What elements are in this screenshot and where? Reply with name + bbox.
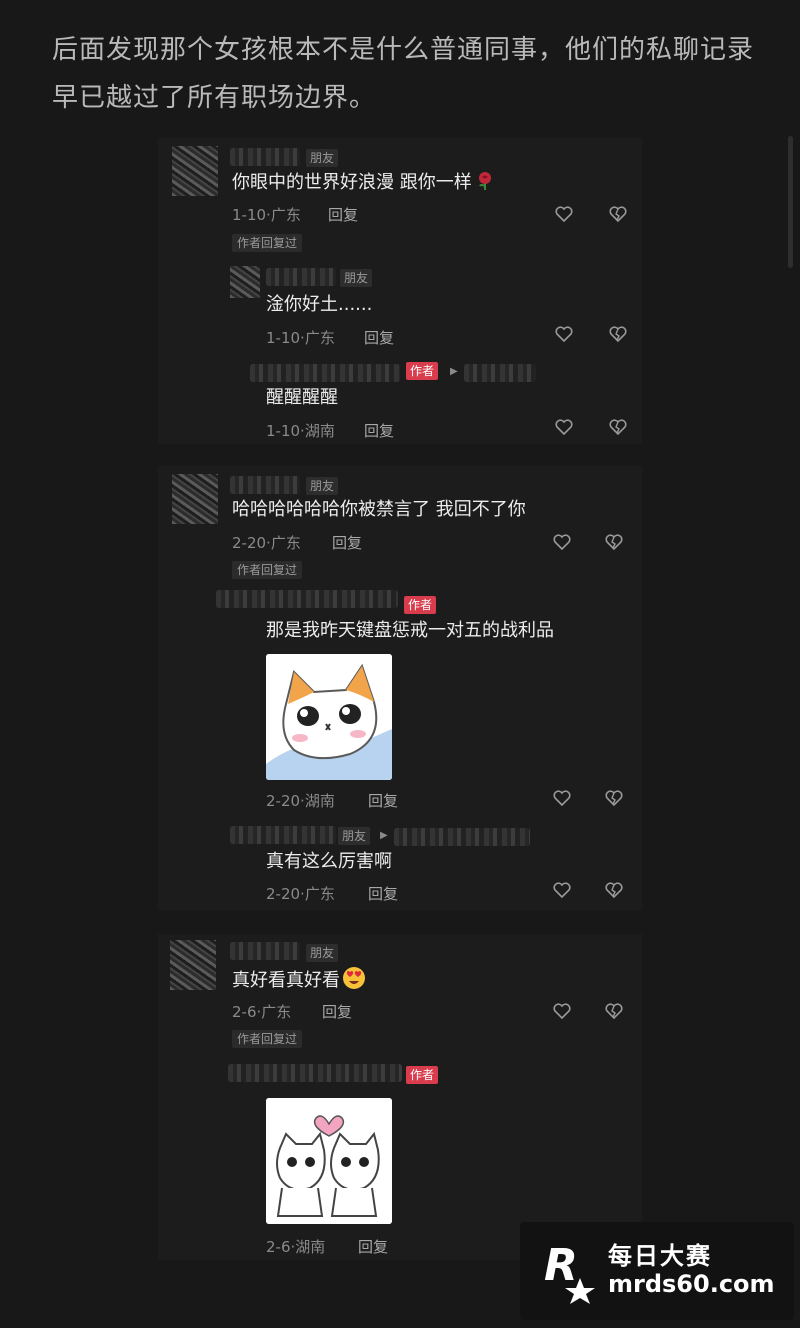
dislike-heart-icon[interactable] (604, 1001, 624, 1021)
reply-arrow-icon: ▶ (450, 366, 458, 377)
username-blurred[interactable] (230, 476, 300, 494)
comment-text: 真好看真好看 (232, 966, 366, 994)
comment-date: 1-10 (232, 206, 267, 224)
reply-location: 湖南 (304, 422, 335, 440)
reply-button[interactable]: 回复 (364, 327, 394, 348)
comment-text-content: 你眼中的世界好浪漫 跟你一样 (232, 172, 472, 193)
reply-text: 真有这么厉害啊 (266, 851, 392, 872)
username-blurred[interactable] (230, 148, 300, 166)
comment-location: 广东 (270, 534, 301, 552)
site-watermark: R 每日大赛 mrds60.com (520, 1222, 794, 1320)
reply-date: 2-20 (266, 792, 301, 810)
rose-icon (478, 172, 491, 190)
reply-date: 1-10 (266, 422, 301, 440)
author-tag: 作者 (404, 596, 437, 614)
dislike-heart-icon[interactable] (604, 788, 624, 808)
reply-text: 那是我昨天键盘惩戒一对五的战利品 (266, 620, 554, 641)
heart-icon[interactable] (552, 880, 572, 900)
heart-icon[interactable] (554, 204, 574, 224)
friend-tag: 朋友 (306, 477, 339, 495)
dislike-heart-icon[interactable] (604, 532, 624, 552)
username-blurred[interactable] (464, 364, 536, 382)
comment-location: 广东 (270, 206, 301, 224)
dislike-heart-icon[interactable] (608, 324, 628, 344)
username-blurred[interactable] (266, 268, 336, 286)
username-blurred[interactable] (250, 364, 400, 382)
dislike-heart-icon[interactable] (604, 880, 624, 900)
reply-date: 1-10 (266, 329, 301, 347)
heart-icon[interactable] (552, 1001, 572, 1021)
username-blurred[interactable] (228, 1064, 402, 1082)
comment-meta: 2-6·广东 (232, 1003, 292, 1021)
reply-button[interactable]: 回复 (358, 1236, 388, 1257)
author-replied-badge: 作者回复过 (232, 1030, 303, 1048)
dislike-heart-icon[interactable] (608, 204, 628, 224)
username-blurred[interactable] (216, 590, 398, 608)
watermark-title: 每日大赛 (608, 1242, 712, 1270)
comment-text: 你眼中的世界好浪漫 跟你一样 (232, 170, 495, 196)
author-tag: 作者 (406, 1066, 439, 1084)
reply-button[interactable]: 回复 (368, 883, 398, 904)
author-tag: 作者 (406, 362, 439, 380)
reply-location: 广东 (304, 329, 335, 347)
cats-hug-sticker-image[interactable] (266, 1098, 392, 1224)
avatar[interactable] (170, 940, 216, 990)
reply-text: 醒醒醒醒 (266, 387, 338, 408)
heart-icon[interactable] (552, 788, 572, 808)
comment-meta: 2-20·广东 (232, 534, 301, 552)
reply-date: 2-20 (266, 885, 301, 903)
heart-icon[interactable] (552, 532, 572, 552)
reply-button[interactable]: 回复 (322, 1001, 352, 1022)
comment-thread-2: 朋友 哈哈哈哈哈哈你被禁言了 我回不了你 2-20·广东 回复 作者回复过 作者… (158, 466, 642, 910)
username-blurred[interactable] (230, 826, 336, 844)
reply-meta: 2-6·湖南 (266, 1238, 326, 1256)
reply-text: 淦你好土...... (266, 294, 373, 315)
comment-location: 广东 (261, 1003, 292, 1021)
avatar[interactable] (172, 146, 218, 196)
comment-date: 2-6 (232, 1003, 257, 1021)
username-blurred[interactable] (394, 828, 530, 846)
comment-thread-3: 朋友 真好看真好看 2-6·广东 回复 作者回复过 作者 2-6·湖南 回复 (158, 934, 642, 1260)
reply-button[interactable]: 回复 (332, 532, 362, 553)
comment-thread-1: 朋友 你眼中的世界好浪漫 跟你一样 1-10·广东 回复 作者回复过 朋友 淦你… (158, 138, 642, 444)
author-replied-badge: 作者回复过 (232, 234, 303, 252)
site-logo-icon: R (544, 1240, 595, 1304)
reply-location: 广东 (304, 885, 335, 903)
username-blurred[interactable] (230, 942, 300, 960)
friend-tag: 朋友 (306, 944, 339, 962)
friend-tag: 朋友 (340, 269, 373, 287)
watermark-url: mrds60.com (608, 1270, 775, 1298)
reply-date: 2-6 (266, 1238, 291, 1256)
reply-avatar[interactable] (230, 266, 260, 298)
reply-arrow-icon: ▶ (380, 830, 388, 841)
comment-text: 哈哈哈哈哈哈你被禁言了 我回不了你 (232, 499, 526, 520)
heart-icon[interactable] (554, 417, 574, 437)
reply-meta: 2-20·湖南 (266, 792, 335, 810)
reply-meta: 1-10·广东 (266, 329, 335, 347)
reply-meta: 2-20·广东 (266, 885, 335, 903)
cat-sticker-image[interactable] (266, 654, 392, 780)
heart-eyes-emoji-icon (343, 967, 365, 989)
reply-location: 湖南 (295, 1238, 326, 1256)
comment-text-content: 真好看真好看 (232, 970, 340, 991)
comment-meta: 1-10·广东 (232, 206, 301, 224)
dislike-heart-icon[interactable] (608, 417, 628, 437)
author-replied-badge: 作者回复过 (232, 561, 303, 579)
intro-text: 后面发现那个女孩根本不是什么普通同事，他们的私聊记录早已越过了所有职场边界。 (52, 35, 755, 113)
avatar[interactable] (172, 474, 218, 524)
svg-text:R: R (544, 1240, 578, 1291)
heart-icon[interactable] (554, 324, 574, 344)
reply-location: 湖南 (304, 792, 335, 810)
reply-meta: 1-10·湖南 (266, 422, 335, 440)
reply-button[interactable]: 回复 (368, 790, 398, 811)
friend-tag: 朋友 (338, 827, 371, 845)
comment-date: 2-20 (232, 534, 267, 552)
friend-tag: 朋友 (306, 149, 339, 167)
scrollbar[interactable] (788, 136, 793, 268)
reply-button[interactable]: 回复 (364, 420, 394, 441)
reply-button[interactable]: 回复 (328, 204, 358, 225)
